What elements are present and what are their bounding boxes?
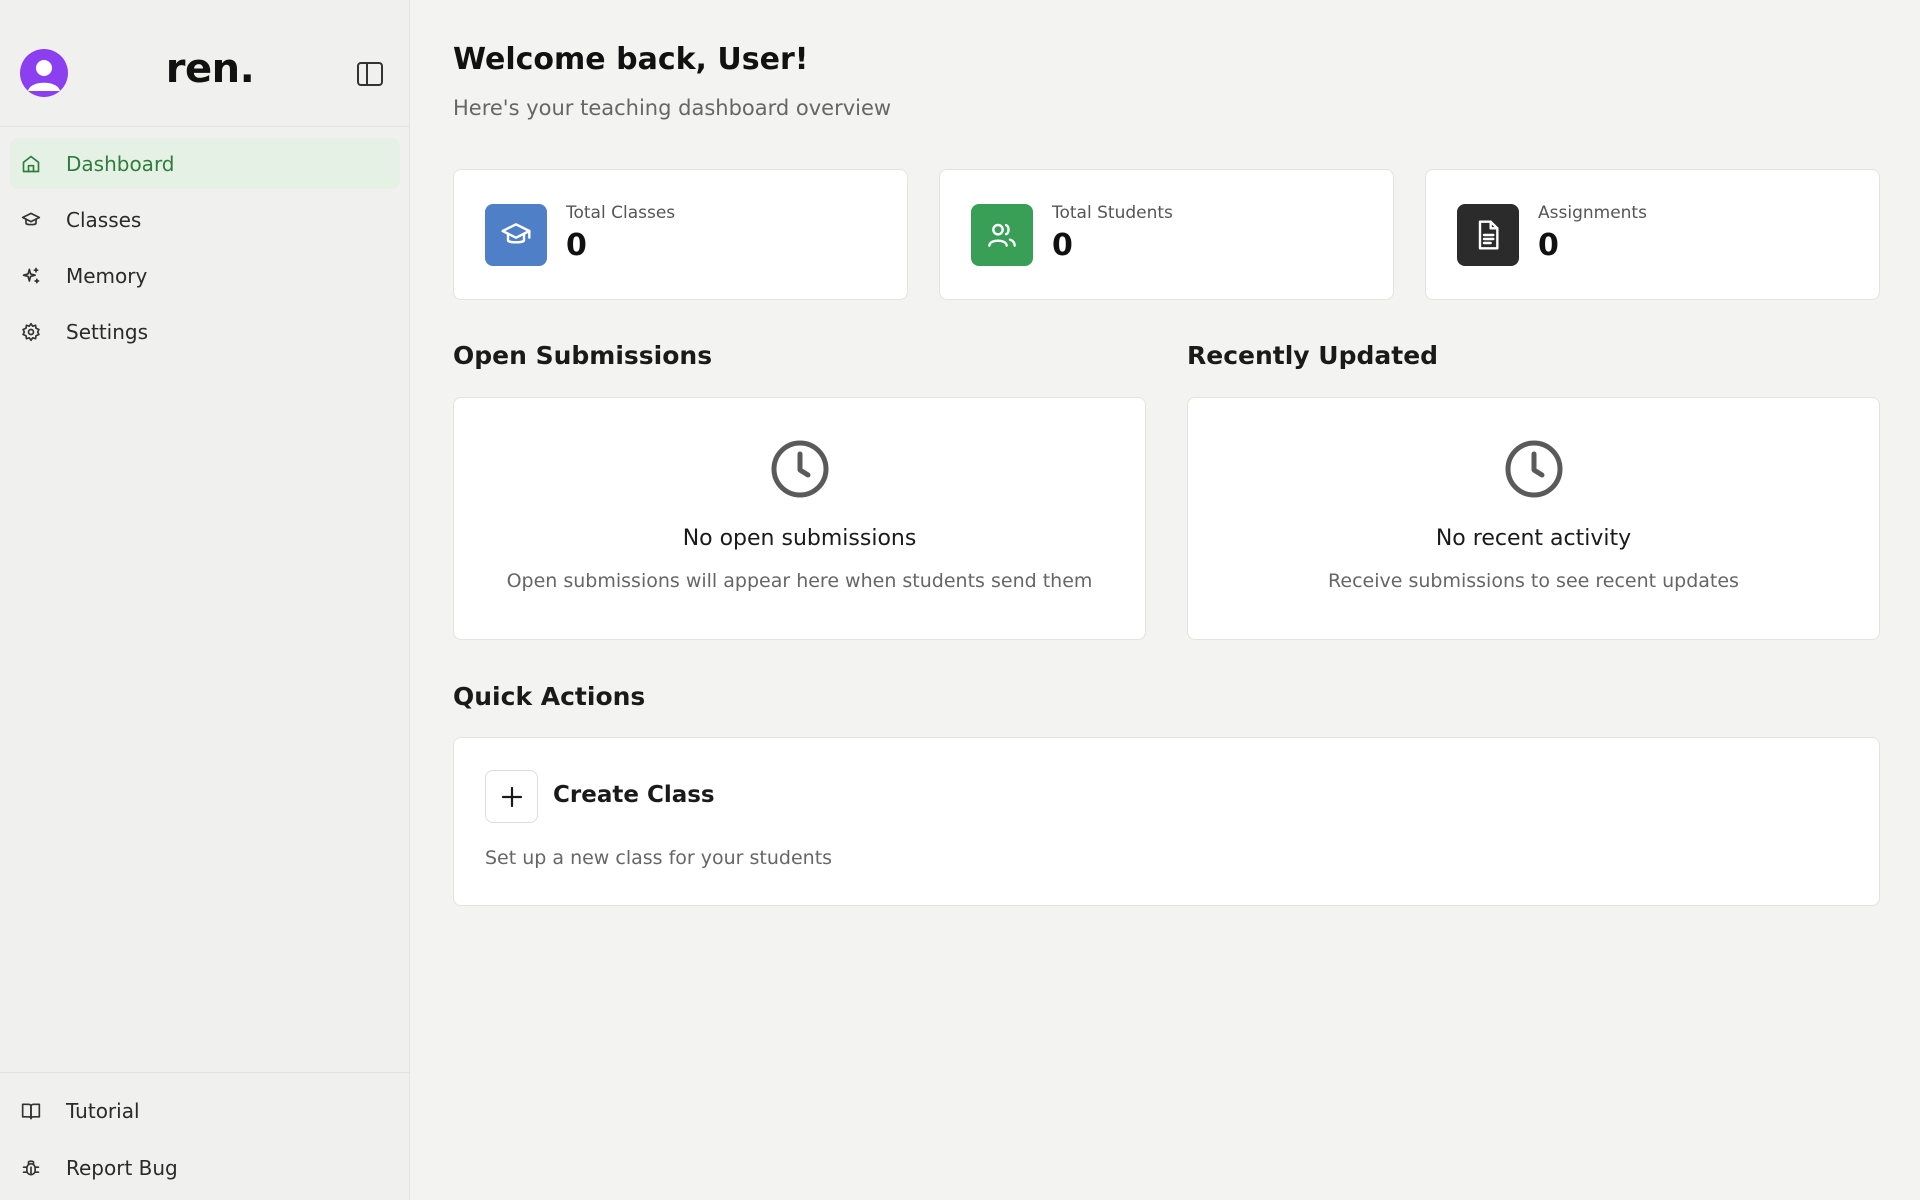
open-submissions-heading: Open Submissions	[453, 341, 713, 370]
sidebar-header: ren.	[0, 0, 409, 127]
empty-state-description: Receive submissions to see recent update…	[1328, 570, 1739, 592]
book-open-icon	[20, 1100, 42, 1122]
stat-label: Assignments	[1538, 203, 1647, 223]
sidebar-item-memory[interactable]: Memory	[10, 250, 400, 301]
stat-value: 0	[1052, 228, 1073, 263]
brand-logo: ren.	[165, 46, 255, 92]
avatar[interactable]	[20, 49, 68, 97]
graduation-cap-icon	[20, 209, 42, 231]
users-icon	[971, 204, 1033, 266]
stat-value: 0	[1538, 228, 1559, 263]
sidebar-toggle-button[interactable]	[356, 60, 384, 88]
sidebar-nav: Dashboard Classes Memory Settings	[10, 138, 400, 362]
clock-icon	[1505, 440, 1562, 498]
bug-icon	[20, 1157, 42, 1179]
create-class-description: Set up a new class for your students	[485, 847, 833, 869]
sidebar-item-settings[interactable]: Settings	[10, 306, 400, 357]
sidebar-item-tutorial[interactable]: Tutorial	[10, 1085, 400, 1136]
stat-card-total-students: Total Students 0	[939, 169, 1394, 300]
sidebar: ren. Dashboard Classes Memory Settings T…	[0, 0, 410, 1200]
recently-updated-panel: No recent activity Receive submissions t…	[1187, 397, 1880, 640]
empty-state-title: No recent activity	[1435, 526, 1632, 551]
create-class-card[interactable]: Create Class Set up a new class for your…	[453, 737, 1880, 906]
graduation-cap-icon	[485, 204, 547, 266]
sidebar-item-label: Settings	[66, 319, 149, 344]
home-icon	[20, 153, 42, 175]
sidebar-item-label: Dashboard	[66, 151, 175, 176]
quick-actions-heading: Quick Actions	[453, 682, 646, 711]
sidebar-item-report-bug[interactable]: Report Bug	[10, 1142, 400, 1193]
sidebar-item-label: Classes	[66, 207, 142, 232]
stat-label: Total Classes	[566, 203, 676, 223]
sparkles-icon	[20, 265, 42, 287]
sidebar-panel-icon	[357, 62, 383, 86]
plus-icon	[501, 786, 522, 807]
sidebar-item-label: Report Bug	[66, 1155, 178, 1180]
create-class-label[interactable]: Create Class	[553, 782, 715, 808]
gear-icon	[20, 321, 42, 343]
stat-label: Total Students	[1052, 203, 1173, 223]
page-title: Welcome back, User!	[453, 42, 809, 77]
empty-state-title: No open submissions	[682, 526, 917, 551]
sidebar-item-label: Tutorial	[66, 1098, 140, 1123]
empty-state-description: Open submissions will appear here when s…	[506, 570, 1093, 592]
recently-updated-heading: Recently Updated	[1187, 341, 1439, 370]
sidebar-item-classes[interactable]: Classes	[10, 194, 400, 245]
sidebar-item-dashboard[interactable]: Dashboard	[10, 138, 400, 189]
clock-icon	[771, 440, 828, 498]
stat-value: 0	[566, 228, 587, 263]
stat-card-assignments: Assignments 0	[1425, 169, 1880, 300]
sidebar-item-label: Memory	[66, 263, 148, 288]
page-subtitle: Here's your teaching dashboard overview	[453, 96, 892, 120]
stat-card-total-classes: Total Classes 0	[453, 169, 908, 300]
create-class-button[interactable]	[485, 770, 538, 823]
file-text-icon	[1457, 204, 1519, 266]
open-submissions-panel: No open submissions Open submissions wil…	[453, 397, 1146, 640]
sidebar-footer: Tutorial Report Bug	[0, 1072, 410, 1199]
